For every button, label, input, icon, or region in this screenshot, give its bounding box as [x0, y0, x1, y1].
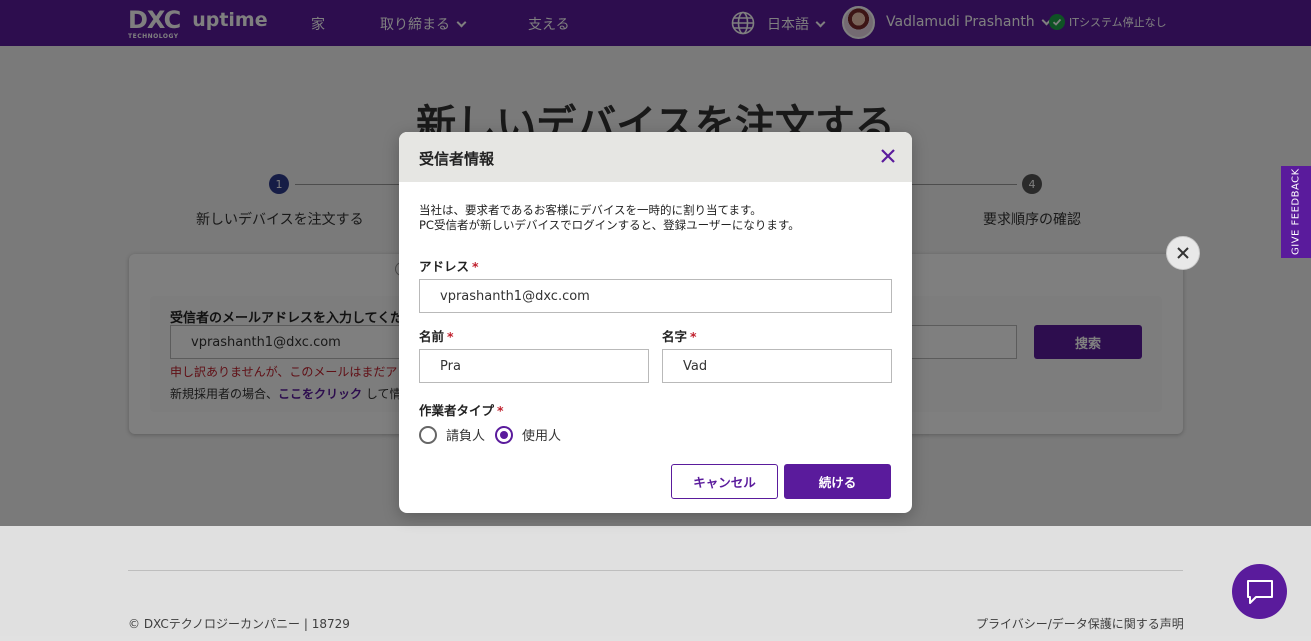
radio-unchecked-icon[interactable] — [419, 425, 437, 444]
close-icon — [1177, 247, 1189, 259]
required-mark: * — [447, 329, 454, 344]
required-mark: * — [497, 403, 504, 418]
last-name-label-text: 名字 — [662, 329, 688, 344]
first-name-input[interactable]: Pra — [419, 349, 649, 383]
modal-title: 受信者情報 — [419, 150, 495, 168]
required-mark: * — [690, 329, 697, 344]
description-line-1: 当社は、要求者であるお客様にデバイスを一時的に割り当てます。 — [419, 203, 762, 217]
chat-bubble-icon — [1246, 579, 1273, 604]
footer-shade — [0, 526, 1311, 641]
address-label-text: アドレス — [419, 259, 470, 274]
first-name-label: 名前 * — [419, 326, 454, 345]
last-name-input[interactable]: Vad — [662, 349, 892, 383]
address-label: アドレス * — [419, 256, 479, 275]
required-mark: * — [472, 259, 479, 274]
chat-button[interactable] — [1232, 564, 1287, 619]
radio-contractor-label: 請負人 — [446, 429, 486, 444]
last-name-label: 名字 * — [662, 326, 697, 345]
radio-checked-icon[interactable] — [495, 425, 513, 444]
radio-employee[interactable]: 使用人 — [495, 425, 561, 444]
recipient-info-modal: 受信者情報 当社は、要求者であるお客様にデバイスを一時的に割り当てます。 PC受… — [399, 132, 912, 513]
cancel-button[interactable]: キャンセル — [671, 464, 778, 499]
give-feedback-tab[interactable]: GIVE FEEDBACK — [1281, 166, 1311, 258]
address-input[interactable]: vprashanth1@dxc.com — [419, 279, 892, 313]
first-name-label-text: 名前 — [419, 329, 445, 344]
radio-contractor[interactable]: 請負人 — [419, 425, 485, 444]
continue-button[interactable]: 続ける — [784, 464, 891, 499]
search-card-close-button[interactable] — [1166, 236, 1200, 270]
worker-type-label: 作業者タイプ * — [419, 400, 504, 419]
worker-type-label-text: 作業者タイプ — [419, 403, 495, 418]
radio-employee-label: 使用人 — [522, 429, 562, 444]
modal-description: 当社は、要求者であるお客様にデバイスを一時的に割り当てます。 PC受信者が新しい… — [419, 203, 800, 233]
description-line-2: PC受信者が新しいデバイスでログインすると、登録ユーザーになります。 — [419, 218, 800, 232]
close-icon[interactable] — [879, 147, 897, 165]
